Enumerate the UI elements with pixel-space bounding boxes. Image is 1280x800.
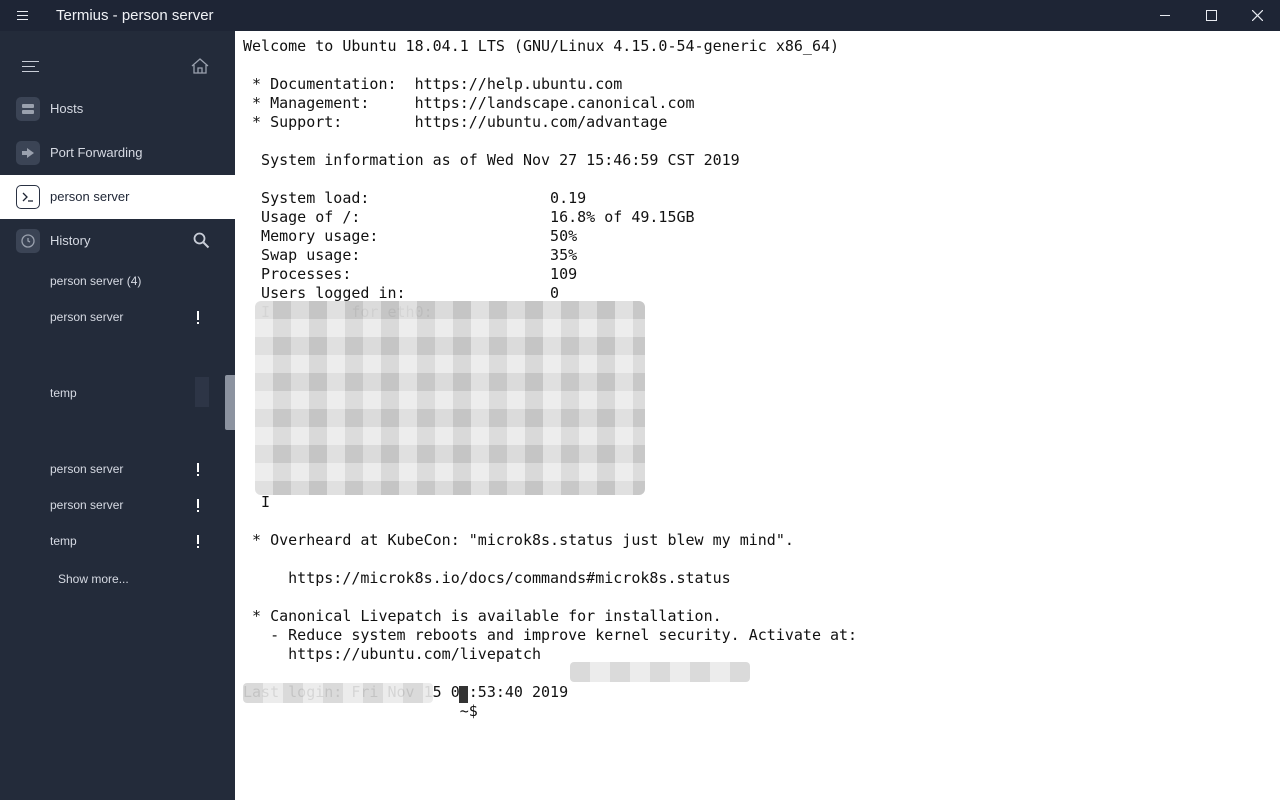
terminal-line: * Documentation: https://help.ubuntu.com	[243, 75, 623, 93]
maximize-button[interactable]	[1188, 0, 1234, 31]
sidebar-scrollbar[interactable]	[225, 375, 235, 430]
home-icon[interactable]	[190, 57, 210, 75]
redacted-region	[255, 301, 645, 495]
search-icon[interactable]	[193, 232, 210, 249]
redacted-region	[243, 683, 433, 703]
terminal-line: ~$	[243, 702, 487, 720]
minimize-button[interactable]	[1142, 0, 1188, 31]
redacted-region	[570, 662, 750, 682]
history-item[interactable]: person server (4)	[50, 274, 141, 288]
history-item[interactable]: person server	[50, 310, 123, 324]
sidebar-item-person-server[interactable]: person server	[0, 175, 235, 219]
minimize-icon	[1160, 15, 1170, 16]
terminal-line: https://ubuntu.com/livepatch	[243, 645, 542, 663]
terminal-line: I	[243, 493, 271, 511]
terminal-line: Swap usage: 35%	[243, 246, 578, 264]
terminal-line: - Reduce system reboots and improve kern…	[243, 626, 858, 644]
sidebar-item-history[interactable]: History	[0, 219, 235, 263]
close-button[interactable]	[1234, 0, 1280, 31]
terminal-line: Usage of /: 16.8% of 49.15GB	[243, 208, 695, 226]
history-item[interactable]: temp	[50, 386, 77, 400]
sidebar: Hosts Port Forwarding person server Hist…	[0, 31, 235, 800]
window-title: Termius - person server	[56, 7, 214, 24]
port-forwarding-icon	[16, 141, 40, 165]
show-more-link[interactable]: Show more...	[58, 572, 129, 586]
maximize-icon	[1206, 10, 1217, 21]
terminal-icon	[16, 185, 40, 209]
sidebar-item-label: person server	[50, 189, 130, 204]
close-icon	[1252, 10, 1263, 21]
sidebar-item-label: History	[50, 233, 91, 248]
app-menu-icon[interactable]	[12, 7, 34, 25]
terminal-line: * Management: https://landscape.canonica…	[243, 94, 695, 112]
history-item[interactable]: person server	[50, 462, 123, 476]
terminal-line: https://microk8s.io/docs/commands#microk…	[243, 569, 731, 587]
collapse-sidebar-icon[interactable]	[22, 61, 40, 75]
sidebar-header	[0, 31, 235, 95]
terminal-cursor	[459, 686, 468, 703]
terminal-line: Welcome to Ubuntu 18.04.1 LTS (GNU/Linux…	[243, 37, 840, 55]
sidebar-item-label: Port Forwarding	[50, 145, 143, 160]
terminal-line: System load: 0.19	[243, 189, 587, 207]
history-item-indicator	[195, 377, 209, 407]
hosts-icon	[16, 97, 40, 121]
sidebar-item-label: Hosts	[50, 101, 84, 116]
terminal-line: System information as of Wed Nov 27 15:4…	[243, 151, 740, 169]
sidebar-item-port-forwarding[interactable]: Port Forwarding	[0, 131, 235, 175]
terminal-line: * Canonical Livepatch is available for i…	[243, 607, 722, 625]
terminal-line: * Support: https://ubuntu.com/advantage	[243, 113, 668, 131]
sidebar-item-hosts[interactable]: Hosts	[0, 87, 235, 131]
history-item[interactable]: temp	[50, 534, 77, 548]
history-icon	[16, 229, 40, 253]
history-item[interactable]: person server	[50, 498, 123, 512]
terminal-line: Memory usage: 50%	[243, 227, 578, 245]
title-bar: Termius - person server	[0, 0, 1280, 31]
terminal-output[interactable]: Welcome to Ubuntu 18.04.1 LTS (GNU/Linux…	[225, 31, 1280, 800]
terminal-line: * Overheard at KubeCon: "microk8s.status…	[243, 531, 794, 549]
terminal-line: Processes: 109	[243, 265, 578, 283]
